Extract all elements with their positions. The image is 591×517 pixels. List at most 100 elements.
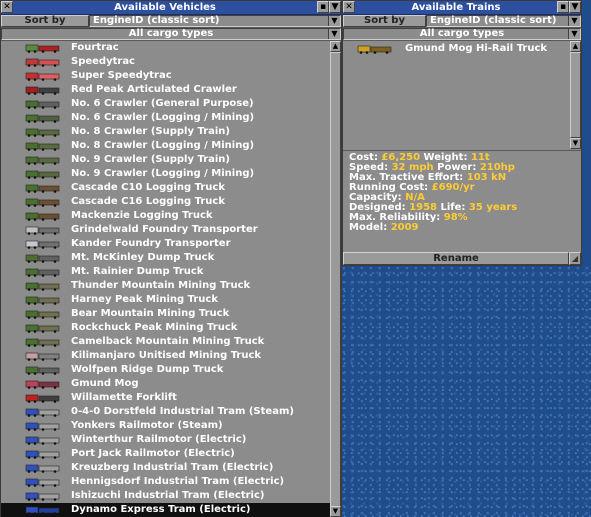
dropdown-arrow-icon: ▼ — [568, 29, 580, 39]
vehicle-list-item[interactable]: Thunder Mountain Mining Truck — [1, 279, 331, 293]
vehicle-list-item[interactable]: Kander Foundry Transporter — [1, 237, 331, 251]
left-titlebar[interactable]: ✕ Available Vehicles ▪ ▼ — [1, 1, 341, 15]
railmotor-icon — [25, 435, 61, 445]
vehicle-list-item[interactable]: Dynamo Express Tram (Electric) — [1, 503, 331, 517]
right-scrollbar[interactable]: ▲ ▼ — [570, 41, 581, 149]
close-icon[interactable]: ✕ — [343, 1, 355, 13]
vehicle-list-item[interactable]: Red Peak Articulated Crawler — [1, 83, 331, 97]
vehicle-list-item[interactable]: Gmund Mog — [1, 377, 331, 391]
vehicle-name: Gmund Mog — [71, 378, 139, 389]
crawler-icon — [25, 141, 61, 151]
vehicle-list-item[interactable]: No. 8 Crawler (Supply Train) — [1, 125, 331, 139]
railmotor-icon — [25, 449, 61, 459]
right-sort-dropdown[interactable]: EngineID (classic sort) ▼ — [426, 15, 581, 27]
collapse-icon[interactable]: ▼ — [569, 1, 581, 13]
logging-truck-icon — [25, 197, 61, 207]
vehicle-name: No. 9 Crawler (Logging / Mining) — [71, 168, 255, 179]
crawler-icon — [25, 127, 61, 137]
vehicle-list-item[interactable]: Yonkers Railmotor (Steam) — [1, 419, 331, 433]
rename-button[interactable]: Rename — [343, 252, 569, 265]
vehicle-name: No. 9 Crawler (Supply Train) — [71, 154, 230, 165]
vehicle-list-item[interactable]: Mackenzie Logging Truck — [1, 209, 331, 223]
vehicle-list-item[interactable]: Willamette Forklift — [1, 391, 331, 405]
scroll-up-icon[interactable]: ▲ — [570, 41, 581, 52]
right-cargo-value: All cargo types — [419, 28, 505, 39]
vehicle-name: Cascade C16 Logging Truck — [71, 196, 225, 207]
crawler-icon — [25, 99, 61, 109]
scroll-up-icon[interactable]: ▲ — [330, 41, 341, 52]
vehicle-list-item[interactable]: Kreuzberg Industrial Tram (Electric) — [1, 461, 331, 475]
vehicle-name: Kander Foundry Transporter — [71, 238, 231, 249]
vehicle-name: No. 6 Crawler (General Purpose) — [71, 98, 254, 109]
vehicle-name: Yonkers Railmotor (Steam) — [71, 420, 223, 431]
vehicle-list-item[interactable]: Hennigsdorf Industrial Tram (Electric) — [1, 475, 331, 489]
right-sort-by-button[interactable]: Sort by — [343, 15, 426, 27]
vehicle-list-item[interactable]: Camelback Mountain Mining Truck — [1, 335, 331, 349]
vehicle-name: Fourtrac — [71, 42, 119, 53]
tram-icon — [25, 477, 61, 487]
right-titlebar[interactable]: ✕ Available Trains ▪ ▼ — [343, 1, 581, 15]
vehicle-list-item[interactable]: Cascade C10 Logging Truck — [1, 181, 331, 195]
left-cargo-value: All cargo types — [128, 28, 214, 39]
vehicle-list-item[interactable]: Port Jack Railmotor (Electric) — [1, 447, 331, 461]
available-trains-window: ✕ Available Trains ▪ ▼ Sort by EngineID … — [342, 0, 582, 266]
vehicle-list-item[interactable]: Kilimanjaro Unitised Mining Truck — [1, 349, 331, 363]
vehicle-list-item[interactable]: Fourtrac — [1, 41, 331, 55]
close-icon[interactable]: ✕ — [1, 1, 13, 13]
vehicle-name: Mackenzie Logging Truck — [71, 210, 213, 221]
scroll-thumb[interactable] — [330, 52, 341, 507]
mog-icon — [25, 379, 61, 389]
vehicle-list-item[interactable]: Harney Peak Mining Truck — [1, 293, 331, 307]
vehicle-list-item[interactable]: Mt. McKinley Dump Truck — [1, 251, 331, 265]
vehicle-name: Rockchuck Peak Mining Truck — [71, 322, 238, 333]
vehicle-list-item[interactable]: Speedytrac — [1, 55, 331, 69]
vehicle-name: Ishizuchi Industrial Tram (Electric) — [71, 490, 265, 501]
vehicle-list-item[interactable]: No. 9 Crawler (Logging / Mining) — [1, 167, 331, 181]
train-name: Gmund Mog Hi-Rail Truck — [405, 43, 548, 54]
left-sort-value: EngineID (classic sort) — [93, 15, 220, 26]
vehicle-list-item[interactable]: Grindelwald Foundry Transporter — [1, 223, 331, 237]
vehicle-name: Kreuzberg Industrial Tram (Electric) — [71, 462, 274, 473]
right-cargo-row: All cargo types ▼ — [343, 28, 581, 41]
tractor-icon — [25, 71, 61, 81]
vehicle-list-item[interactable]: Ishizuchi Industrial Tram (Electric) — [1, 489, 331, 503]
logging-truck-icon — [25, 211, 61, 221]
vehicle-list-item[interactable]: Bear Mountain Mining Truck — [1, 307, 331, 321]
vehicle-list-item[interactable]: No. 6 Crawler (General Purpose) — [1, 97, 331, 111]
resize-grip-icon[interactable]: ◢ — [569, 252, 581, 265]
vehicle-list-item[interactable]: Super Speedytrac — [1, 69, 331, 83]
map-water[interactable] — [342, 266, 591, 517]
vehicle-list-item[interactable]: Mt. Rainier Dump Truck — [1, 265, 331, 279]
vehicle-list-item[interactable]: No. 6 Crawler (Logging / Mining) — [1, 111, 331, 125]
vehicle-name: Mt. McKinley Dump Truck — [71, 252, 215, 263]
left-scrollbar[interactable]: ▲ ▼ — [330, 41, 341, 517]
vehicle-list-item[interactable]: Cascade C16 Logging Truck — [1, 195, 331, 209]
left-sort-by-button[interactable]: Sort by — [1, 15, 89, 27]
vehicle-list-item[interactable]: Winterthur Railmotor (Electric) — [1, 433, 331, 447]
train-list-item[interactable]: Gmund Mog Hi-Rail Truck — [343, 42, 571, 56]
collapse-icon[interactable]: ▼ — [329, 1, 341, 13]
vehicle-list-item[interactable]: 0-4-0 Dorstfeld Industrial Tram (Steam) — [1, 405, 331, 419]
pin-icon[interactable]: ▪ — [557, 1, 569, 13]
vehicle-list-item[interactable]: Rockchuck Peak Mining Truck — [1, 321, 331, 335]
crawler-icon — [25, 85, 61, 95]
mining-truck-icon — [25, 281, 61, 291]
vehicle-name: Harney Peak Mining Truck — [71, 294, 218, 305]
pin-icon[interactable]: ▪ — [317, 1, 329, 13]
scroll-thumb[interactable] — [570, 52, 581, 138]
vehicle-name: Red Peak Articulated Crawler — [71, 84, 237, 95]
vehicle-list-item[interactable]: No. 8 Crawler (Logging / Mining) — [1, 139, 331, 153]
water-edge — [582, 0, 591, 266]
tram-icon — [25, 505, 61, 515]
right-cargo-filter[interactable]: All cargo types ▼ — [343, 28, 581, 40]
tram-icon — [25, 491, 61, 501]
dropdown-arrow-icon: ▼ — [328, 29, 340, 39]
scroll-down-icon[interactable]: ▼ — [570, 138, 581, 149]
left-cargo-filter[interactable]: All cargo types ▼ — [1, 28, 341, 40]
left-sort-dropdown[interactable]: EngineID (classic sort) ▼ — [89, 15, 341, 27]
mining-truck-icon — [25, 309, 61, 319]
vehicle-name: Wolfpen Ridge Dump Truck — [71, 364, 224, 375]
scroll-down-icon[interactable]: ▼ — [330, 506, 341, 517]
vehicle-list-item[interactable]: No. 9 Crawler (Supply Train) — [1, 153, 331, 167]
vehicle-list-item[interactable]: Wolfpen Ridge Dump Truck — [1, 363, 331, 377]
